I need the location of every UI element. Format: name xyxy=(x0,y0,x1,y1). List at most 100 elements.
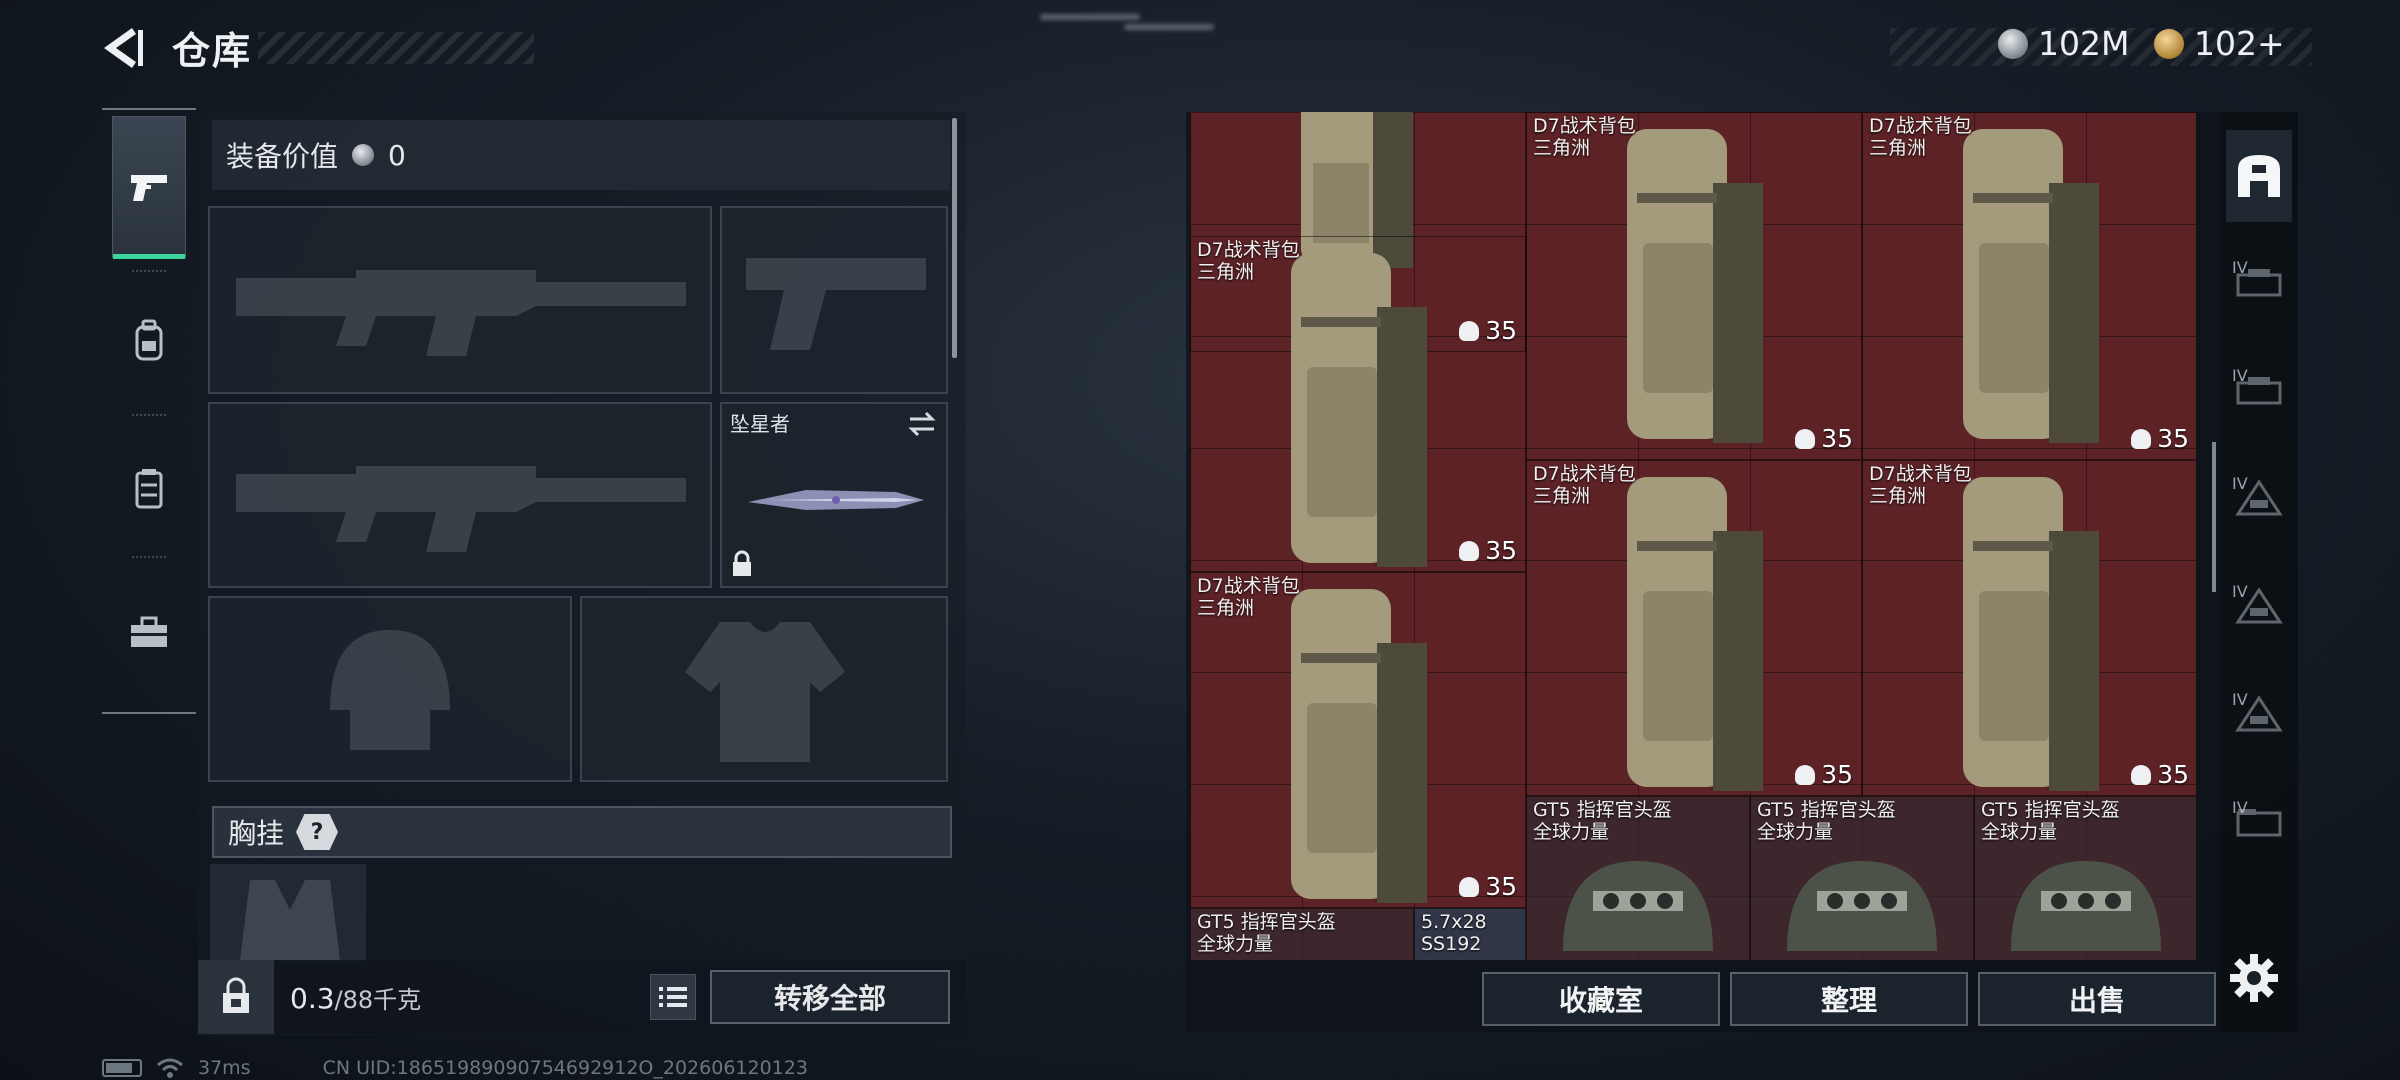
chest-rig-silhouette-icon xyxy=(240,880,340,960)
stash-item[interactable]: D7战术背包 三角洲 35 xyxy=(1862,112,2196,460)
carry-weight-bar: 0.3/88千克 转移全部 xyxy=(198,960,966,1034)
item-name: D7战术背包 三角洲 xyxy=(1533,115,1636,159)
item-title: D7战术背包 xyxy=(1197,239,1300,261)
back-button[interactable] xyxy=(98,22,148,74)
item-subtitle: 全球力量 xyxy=(1981,821,2058,843)
container-tab-icon xyxy=(2235,587,2283,624)
lock-icon xyxy=(733,550,751,576)
wifi-icon xyxy=(157,1058,183,1078)
container-tab[interactable]: IV xyxy=(2226,452,2292,544)
carry-weight-current: 0.3 xyxy=(290,982,335,1015)
list-view-button[interactable] xyxy=(650,974,696,1020)
chest-rig-header: 胸挂 ? xyxy=(212,806,952,858)
container-tab[interactable]: IV xyxy=(2226,236,2292,328)
container-tab-icon xyxy=(2235,695,2283,732)
primary-weapon-slot-2[interactable] xyxy=(208,402,712,588)
body-armor-slot[interactable] xyxy=(580,596,948,782)
backpack-item-icon xyxy=(1963,477,2099,791)
stash-item[interactable]: 5.7x28 SS192 xyxy=(1414,908,1526,960)
help-button[interactable]: ? xyxy=(296,814,339,850)
silver-coin-icon xyxy=(352,144,375,166)
item-name: 5.7x28 SS192 xyxy=(1421,911,1487,955)
item-title: D7战术背包 xyxy=(1533,463,1636,485)
item-title: D7战术背包 xyxy=(1197,575,1300,597)
nav-weapons[interactable] xyxy=(112,116,186,259)
item-count-value: 35 xyxy=(1485,872,1517,901)
stash-item[interactable]: D7战术背包 三角洲 35 xyxy=(1862,460,2196,796)
sell-button[interactable]: 出售 xyxy=(1978,972,2216,1026)
rifle-silhouette-icon xyxy=(236,270,686,356)
helmet-item-icon xyxy=(1563,861,1713,951)
stash-item[interactable]: GT5 指挥官头盔 全球力量 xyxy=(1190,908,1414,960)
item-subtitle: 三角洲 xyxy=(1869,485,1927,507)
user-uid: CN UID:18651989090754692912O_20260612012… xyxy=(322,1057,808,1079)
item-count-value: 35 xyxy=(1485,536,1517,565)
backpack-item-icon xyxy=(1291,253,1427,567)
stash-item[interactable]: D7战术背包 三角洲 35 xyxy=(1526,460,1862,796)
item-title: D7战术背包 xyxy=(1869,463,1972,485)
item-count: 35 xyxy=(2131,424,2189,453)
gear-icon xyxy=(2230,954,2278,1002)
backpack-item-icon xyxy=(1627,477,1763,791)
top-bar: 仓库 102M 102+ xyxy=(0,0,2400,100)
stash-item[interactable]: D7战术背包 三角洲 35 xyxy=(1526,112,1862,460)
backpack-item-icon xyxy=(1963,129,2099,443)
stash-scrollbar[interactable] xyxy=(2212,442,2216,592)
silver-currency[interactable]: 102M xyxy=(1998,24,2129,63)
silver-currency-value: 102M xyxy=(2038,24,2130,63)
stash-item[interactable]: D7战术背包 三角洲 35 xyxy=(1190,572,1526,908)
item-count-value: 35 xyxy=(2157,760,2189,789)
transfer-all-button[interactable]: 转移全部 xyxy=(710,970,950,1024)
container-tab[interactable]: IV xyxy=(2226,560,2292,652)
melee-knife-icon xyxy=(748,490,924,510)
stash-home-tab[interactable] xyxy=(2226,130,2292,222)
item-subtitle: 三角洲 xyxy=(1533,485,1591,507)
melee-weapon-slot[interactable]: 坠星者 xyxy=(720,402,948,588)
stash-item[interactable]: GT5 指挥官头盔 全球力量 xyxy=(1526,796,1750,960)
container-tab[interactable]: IV xyxy=(2226,668,2292,760)
item-name: D7战术背包 三角洲 xyxy=(1197,575,1300,619)
organize-button[interactable]: 整理 xyxy=(1730,972,1968,1026)
item-subtitle: 全球力量 xyxy=(1757,821,1834,843)
item-subtitle: 全球力量 xyxy=(1533,821,1610,843)
silver-coin-icon xyxy=(1998,28,2028,59)
item-count: 35 xyxy=(1795,424,1853,453)
item-subtitle: SS192 xyxy=(1421,933,1482,955)
equipment-scrollbar[interactable] xyxy=(952,118,957,358)
helmet-slot[interactable] xyxy=(208,596,572,782)
item-title: D7战术背包 xyxy=(1869,115,1972,137)
item-title: GT5 指挥官头盔 xyxy=(1197,911,1336,933)
gold-currency-value: 102+ xyxy=(2194,24,2285,63)
container-tab[interactable]: IV xyxy=(2226,776,2292,868)
collection-room-button[interactable]: 收藏室 xyxy=(1482,972,1720,1026)
chest-rig-slot[interactable] xyxy=(210,864,366,964)
stash-tab-bar: IV IV IV IV IV IV xyxy=(2220,112,2298,1032)
primary-weapon-slot-1[interactable] xyxy=(208,206,712,394)
nav-toolbox[interactable] xyxy=(112,562,186,704)
stash-item[interactable]: D7战术背包 三角洲 35 xyxy=(1190,236,1526,572)
item-name: D7战术背包 三角洲 xyxy=(1533,463,1636,507)
list-icon xyxy=(659,987,687,1007)
stash-item[interactable]: GT5 指挥官头盔 全球力量 xyxy=(1974,796,2196,960)
gold-currency[interactable]: 102+ xyxy=(2154,24,2285,63)
weight-lock-icon xyxy=(223,977,249,1013)
swap-icon[interactable] xyxy=(906,410,938,438)
settings-button[interactable] xyxy=(2226,950,2282,1006)
stash-item[interactable]: GT5 指挥官头盔 全球力量 xyxy=(1750,796,1974,960)
item-subtitle: 三角洲 xyxy=(1869,137,1927,159)
weight-lock-button[interactable] xyxy=(198,960,274,1034)
helmet-item-icon xyxy=(1787,861,1937,951)
nav-chest-rig[interactable] xyxy=(112,418,186,560)
item-title: GT5 指挥官头盔 xyxy=(1533,799,1672,821)
pistol-slot[interactable] xyxy=(720,206,948,394)
battery-icon xyxy=(102,1059,142,1077)
item-count-value: 35 xyxy=(1485,316,1517,345)
chest-rig-label: 胸挂 xyxy=(228,817,285,850)
armor-silhouette-icon xyxy=(685,622,845,762)
stash-grid[interactable]: 35 D7战术背包 三角洲 35 D7战术背包 三角洲 35 D7战术背包 三角… xyxy=(1190,112,2196,960)
container-tab-icon xyxy=(2235,479,2283,516)
nav-backpack[interactable] xyxy=(112,270,186,412)
carry-weight-limit: /88千克 xyxy=(334,986,422,1014)
container-tab[interactable]: IV xyxy=(2226,344,2292,436)
quantity-icon xyxy=(1459,540,1480,561)
